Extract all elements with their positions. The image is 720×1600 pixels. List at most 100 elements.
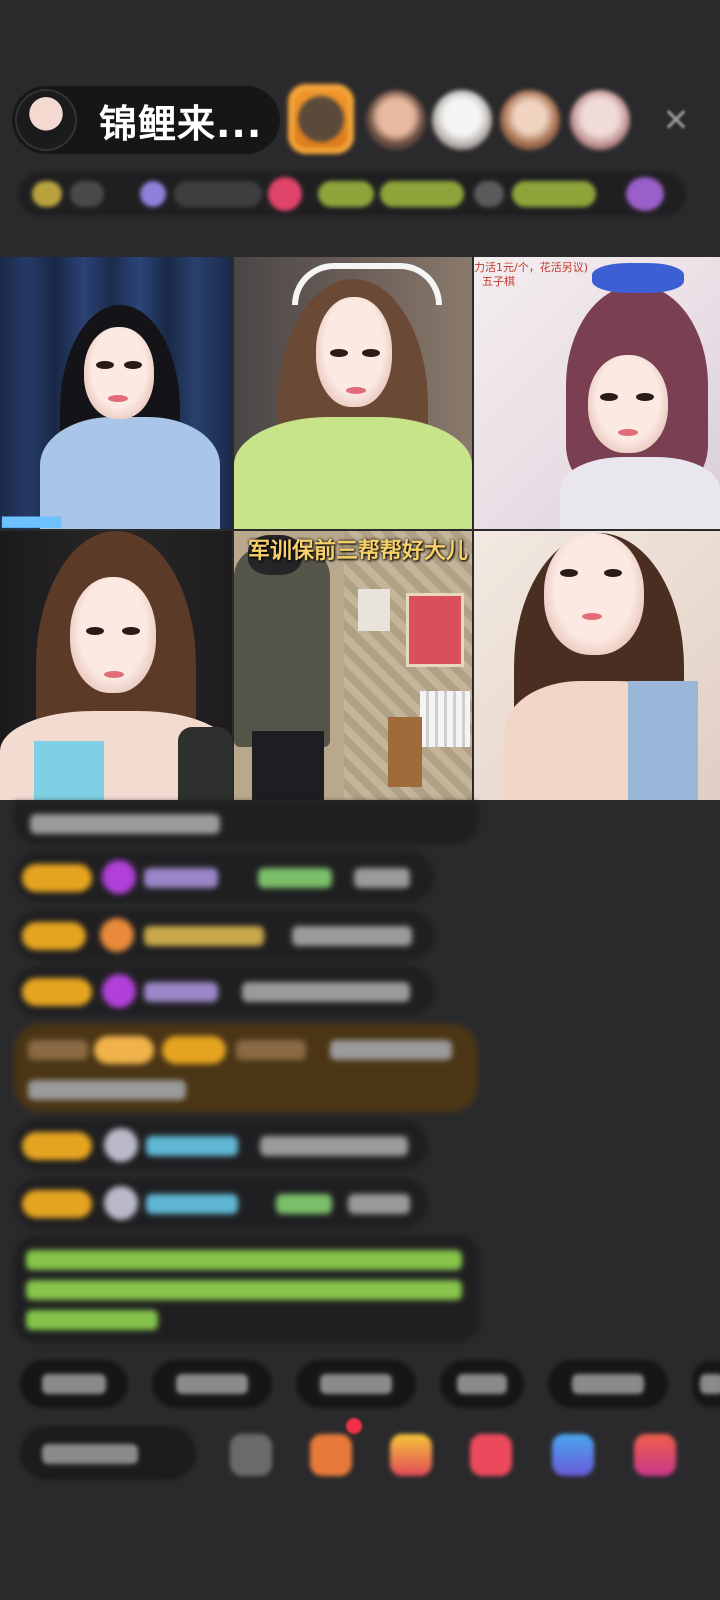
guest-eye <box>604 569 622 577</box>
guest-eye <box>636 393 654 401</box>
chat-text <box>348 1194 410 1214</box>
guest-eye <box>600 393 618 401</box>
viewer-avatar[interactable] <box>570 90 630 150</box>
guest-eye <box>96 361 114 369</box>
guest-chair <box>178 727 232 800</box>
guest-outfit <box>40 417 220 529</box>
fan-level-badge <box>162 1036 226 1064</box>
pk-icon[interactable] <box>470 1434 512 1476</box>
badge-icon <box>100 918 134 952</box>
wall-frame <box>358 589 390 631</box>
guest-outfit <box>560 457 720 529</box>
guest-top <box>34 741 104 800</box>
quick-reply-chip[interactable] <box>692 1360 720 1408</box>
fan-level-badge <box>22 922 86 950</box>
chat-message-system-notice <box>14 1236 480 1342</box>
chat-text <box>26 1280 462 1300</box>
guest-eye <box>560 569 578 577</box>
chat-message[interactable] <box>14 910 434 960</box>
guest-eye <box>330 349 348 357</box>
comment-input[interactable] <box>20 1426 196 1480</box>
viewer-avatar[interactable] <box>500 90 560 150</box>
host-info-pill[interactable]: 锦鲤来... <box>12 86 280 154</box>
chat-username <box>276 1194 332 1214</box>
tile-overlay-subtitle: 五子棋 <box>482 275 515 288</box>
quick-reply-chip[interactable] <box>20 1360 128 1408</box>
chat-username <box>144 982 218 1002</box>
treasure-icon[interactable] <box>390 1434 432 1476</box>
chat-text <box>30 814 220 834</box>
gift-badge <box>94 1036 154 1064</box>
gift-box-icon[interactable] <box>310 1434 352 1476</box>
guest-face <box>588 355 668 453</box>
notification-dot <box>346 1418 362 1434</box>
video-tile[interactable]: ▇▇▇▇▇▇▇ <box>0 257 232 529</box>
person-legs <box>252 731 324 800</box>
video-tile[interactable] <box>474 531 720 800</box>
chat-username <box>236 1040 306 1060</box>
chat-username <box>258 868 332 888</box>
guest-eye <box>86 627 104 635</box>
multi-guest-video-grid: ▇▇▇▇▇▇▇ 力活1元/个，花活另议) 五子棋 军训保前三帮帮好大儿 <box>0 257 720 800</box>
radiator <box>420 691 470 747</box>
fan-level-badge <box>22 1132 92 1160</box>
video-tile[interactable] <box>234 257 472 529</box>
viewer-avatar[interactable] <box>432 90 492 150</box>
guest-face <box>544 533 644 655</box>
chat-message[interactable] <box>14 1178 428 1228</box>
quick-reply-chip[interactable] <box>296 1360 416 1408</box>
chat-text <box>292 926 412 946</box>
avatar <box>104 1128 138 1162</box>
chat-text <box>28 1080 186 1100</box>
video-tile[interactable]: 力活1元/个，花活另议) 五子棋 <box>474 257 720 529</box>
guest-eye <box>122 627 140 635</box>
chat-text <box>26 1310 158 1330</box>
host-name: 锦鲤来... <box>99 101 263 146</box>
chat-text <box>354 868 410 888</box>
more-icon[interactable] <box>230 1434 272 1476</box>
fan-level-badge <box>22 978 92 1006</box>
chat-username <box>28 1040 88 1060</box>
tile-caption: ▇▇▇▇▇▇▇ <box>2 515 62 528</box>
fan-level-badge <box>22 1190 92 1218</box>
stool <box>388 717 422 787</box>
guest-eye <box>362 349 380 357</box>
chat-username <box>144 926 264 946</box>
chat-message[interactable] <box>14 966 434 1016</box>
chat-message-gift[interactable] <box>14 1024 478 1112</box>
guest-eye <box>124 361 142 369</box>
chat-message[interactable] <box>14 852 434 902</box>
chat-message[interactable] <box>14 1120 428 1170</box>
diamond-icon <box>102 860 136 894</box>
video-tile[interactable]: 军训保前三帮帮好大儿 <box>234 531 472 800</box>
guest-lips <box>618 429 638 436</box>
top-viewer-avatar[interactable] <box>288 84 354 154</box>
game-icon[interactable] <box>552 1434 594 1476</box>
quick-reply-chip[interactable] <box>440 1360 524 1408</box>
room-info-bar[interactable] <box>18 172 686 216</box>
guest-lips <box>582 613 602 620</box>
close-icon[interactable]: ✕ <box>658 102 694 138</box>
chat-text <box>330 1040 452 1060</box>
quick-reply-chip[interactable] <box>152 1360 272 1408</box>
avatar <box>104 1186 138 1220</box>
person-coat <box>234 547 330 747</box>
chat-username <box>146 1136 238 1156</box>
tile-overlay-text: 军训保前三帮帮好大儿 <box>248 539 469 564</box>
fan-level-badge <box>22 864 92 892</box>
guest-lips <box>104 671 124 678</box>
diamond-icon <box>102 974 136 1008</box>
viewer-avatar[interactable] <box>366 90 426 150</box>
video-tile[interactable] <box>0 531 232 800</box>
guest-hair-bow <box>592 263 684 293</box>
chat-text <box>242 982 410 1002</box>
chat-text <box>260 1136 408 1156</box>
gift-icon[interactable] <box>634 1434 676 1476</box>
host-avatar[interactable] <box>15 89 77 151</box>
chat-username <box>146 1194 238 1214</box>
guest-face <box>84 327 154 419</box>
wall-poster <box>406 593 464 667</box>
guest-lips <box>108 395 128 402</box>
chat-message-system <box>14 802 478 844</box>
quick-reply-chip[interactable] <box>548 1360 668 1408</box>
